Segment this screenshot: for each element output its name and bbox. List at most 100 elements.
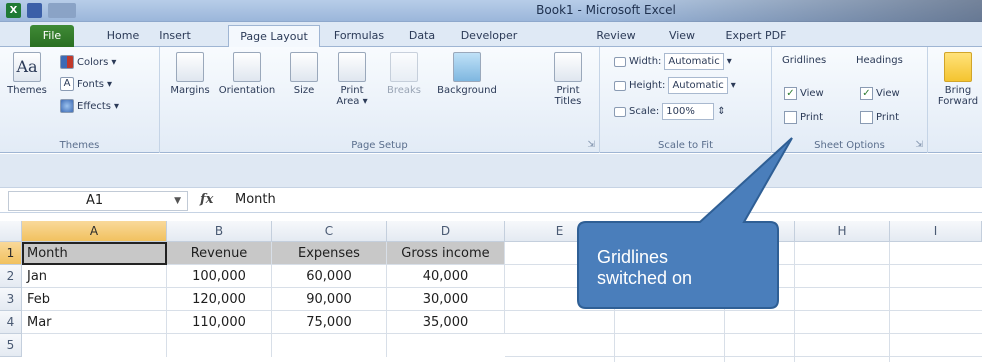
gridlines-print-checkbox[interactable]: Print <box>784 111 823 124</box>
page-setup-launcher-icon[interactable]: ⇲ <box>587 140 595 150</box>
select-all-corner[interactable] <box>0 221 22 242</box>
column-header-d[interactable]: D <box>387 221 505 242</box>
group-label-page-setup: Page Setup <box>351 140 408 151</box>
orientation-icon <box>233 52 261 82</box>
tab-data[interactable]: Data <box>400 25 444 47</box>
gridlines-header: Gridlines <box>782 55 827 66</box>
tab-expert-pdf[interactable]: Expert PDF <box>718 25 794 47</box>
scale-icon <box>614 106 626 117</box>
cell-d4[interactable]: 35,000 <box>387 311 505 334</box>
colors-button[interactable]: Colors ▾ <box>60 55 116 69</box>
insert-function-icon[interactable]: fx <box>200 192 213 207</box>
empty-row-5-cells[interactable] <box>22 334 505 357</box>
gridlines-view-label: View <box>800 88 824 99</box>
name-box-value: A1 <box>86 193 104 208</box>
print-area-label: Print <box>340 85 364 96</box>
group-label-sheet-options: Sheet Options <box>814 140 885 151</box>
tab-review[interactable]: Review <box>590 25 642 47</box>
cell-d1[interactable]: Gross income <box>387 242 505 265</box>
tab-formulas[interactable]: Formulas <box>328 25 390 47</box>
tab-developer[interactable]: Developer <box>454 25 524 47</box>
cell-b1[interactable]: Revenue <box>167 242 272 265</box>
height-icon <box>614 80 626 91</box>
sheet-options-launcher-icon[interactable]: ⇲ <box>915 140 923 150</box>
chevron-down-icon[interactable]: ▼ <box>174 192 181 210</box>
column-header-e[interactable]: E <box>505 221 615 242</box>
tab-insert[interactable]: Insert <box>152 25 198 47</box>
empty-cells[interactable] <box>505 242 982 362</box>
tab-page-layout[interactable]: Page Layout <box>228 25 320 48</box>
group-themes: Aa Themes Colors ▾ A Fonts ▾ Effects ▾ Th… <box>0 47 160 153</box>
column-header-h[interactable]: H <box>795 221 890 242</box>
width-icon <box>614 56 626 67</box>
print-area-button[interactable]: Print Area ▾ <box>330 52 374 107</box>
empty-checkbox-icon <box>784 111 797 124</box>
bring-forward-icon <box>944 52 972 82</box>
headings-print-label: Print <box>876 112 900 123</box>
cell-b4[interactable]: 110,000 <box>167 311 272 334</box>
print-titles-button[interactable]: Print Titles <box>548 52 588 107</box>
worksheet-grid[interactable]: A B C D E F G H I 1 2 3 4 5 Month Revenu… <box>0 221 982 362</box>
cell-b2[interactable]: 100,000 <box>167 265 272 288</box>
scale-label: Scale: <box>629 106 660 117</box>
callout-line-1: Gridlines <box>597 247 669 267</box>
gridlines-view-checkbox[interactable]: ✓ View <box>784 87 824 100</box>
column-header-c[interactable]: C <box>272 221 387 242</box>
cell-a1[interactable]: Month <box>22 242 167 265</box>
group-scale-to-fit: Width: Automatic ▾ Height: Automatic ▾ Scale… <box>600 47 772 153</box>
row-header-3[interactable]: 3 <box>0 288 22 311</box>
margins-button[interactable]: Margins <box>170 52 210 96</box>
cell-c2[interactable]: 60,000 <box>272 265 387 288</box>
width-dropdown[interactable]: Automatic <box>664 53 724 70</box>
effects-label: Effects <box>77 100 111 112</box>
row-header-2[interactable]: 2 <box>0 265 22 288</box>
height-control: Height: Automatic ▾ <box>614 77 736 94</box>
print-area-icon <box>338 52 366 82</box>
column-header-f[interactable]: F <box>615 221 725 242</box>
name-box[interactable]: A1 ▼ <box>8 191 188 211</box>
formula-input[interactable]: Month <box>235 192 276 207</box>
width-label: Width: <box>629 56 662 67</box>
headings-view-checkbox[interactable]: ✓ View <box>860 87 900 100</box>
cell-a4[interactable]: Mar <box>22 311 167 334</box>
cell-d3[interactable]: 30,000 <box>387 288 505 311</box>
size-button[interactable]: Size <box>284 52 324 96</box>
effects-button[interactable]: Effects ▾ <box>60 99 119 113</box>
cell-a3[interactable]: Feb <box>22 288 167 311</box>
size-label: Size <box>293 85 315 96</box>
cell-d2[interactable]: 40,000 <box>387 265 505 288</box>
fonts-button[interactable]: A Fonts ▾ <box>60 77 112 91</box>
cell-a2[interactable]: Jan <box>22 265 167 288</box>
column-header-a[interactable]: A <box>22 221 167 242</box>
column-header-b[interactable]: B <box>167 221 272 242</box>
title-bar: X Book1 - Microsoft Excel <box>0 0 982 22</box>
tab-home[interactable]: Home <box>98 25 148 47</box>
empty-checkbox-icon <box>860 111 873 124</box>
effects-icon <box>60 99 74 113</box>
bring-forward-button[interactable]: Bring Forward <box>934 52 982 107</box>
scale-spinner[interactable]: 100% <box>662 103 715 120</box>
headings-print-checkbox[interactable]: Print <box>860 111 899 124</box>
column-header-i[interactable]: I <box>890 221 982 242</box>
colors-label: Colors <box>77 56 109 68</box>
height-dropdown[interactable]: Automatic <box>668 77 728 94</box>
background-button[interactable]: Background <box>432 52 502 96</box>
cell-c4[interactable]: 75,000 <box>272 311 387 334</box>
themes-button[interactable]: Aa Themes <box>6 52 48 96</box>
height-label: Height: <box>629 80 666 91</box>
cell-c1[interactable]: Expenses <box>272 242 387 265</box>
headings-header: Headings <box>856 55 903 66</box>
orientation-button[interactable]: Orientation <box>212 52 282 96</box>
group-label-scale-to-fit: Scale to Fit <box>657 140 714 151</box>
tab-file[interactable]: File <box>30 25 74 47</box>
breaks-label: Breaks <box>386 85 422 96</box>
tab-view[interactable]: View <box>662 25 702 47</box>
column-header-g[interactable]: G <box>725 221 795 242</box>
row-header-4[interactable]: 4 <box>0 311 22 334</box>
cell-c3[interactable]: 90,000 <box>272 288 387 311</box>
breaks-button[interactable]: Breaks <box>382 52 426 96</box>
cell-b3[interactable]: 120,000 <box>167 288 272 311</box>
row-header-5[interactable]: 5 <box>0 334 22 357</box>
row-header-1[interactable]: 1 <box>0 242 22 265</box>
themes-label: Themes <box>7 85 47 96</box>
